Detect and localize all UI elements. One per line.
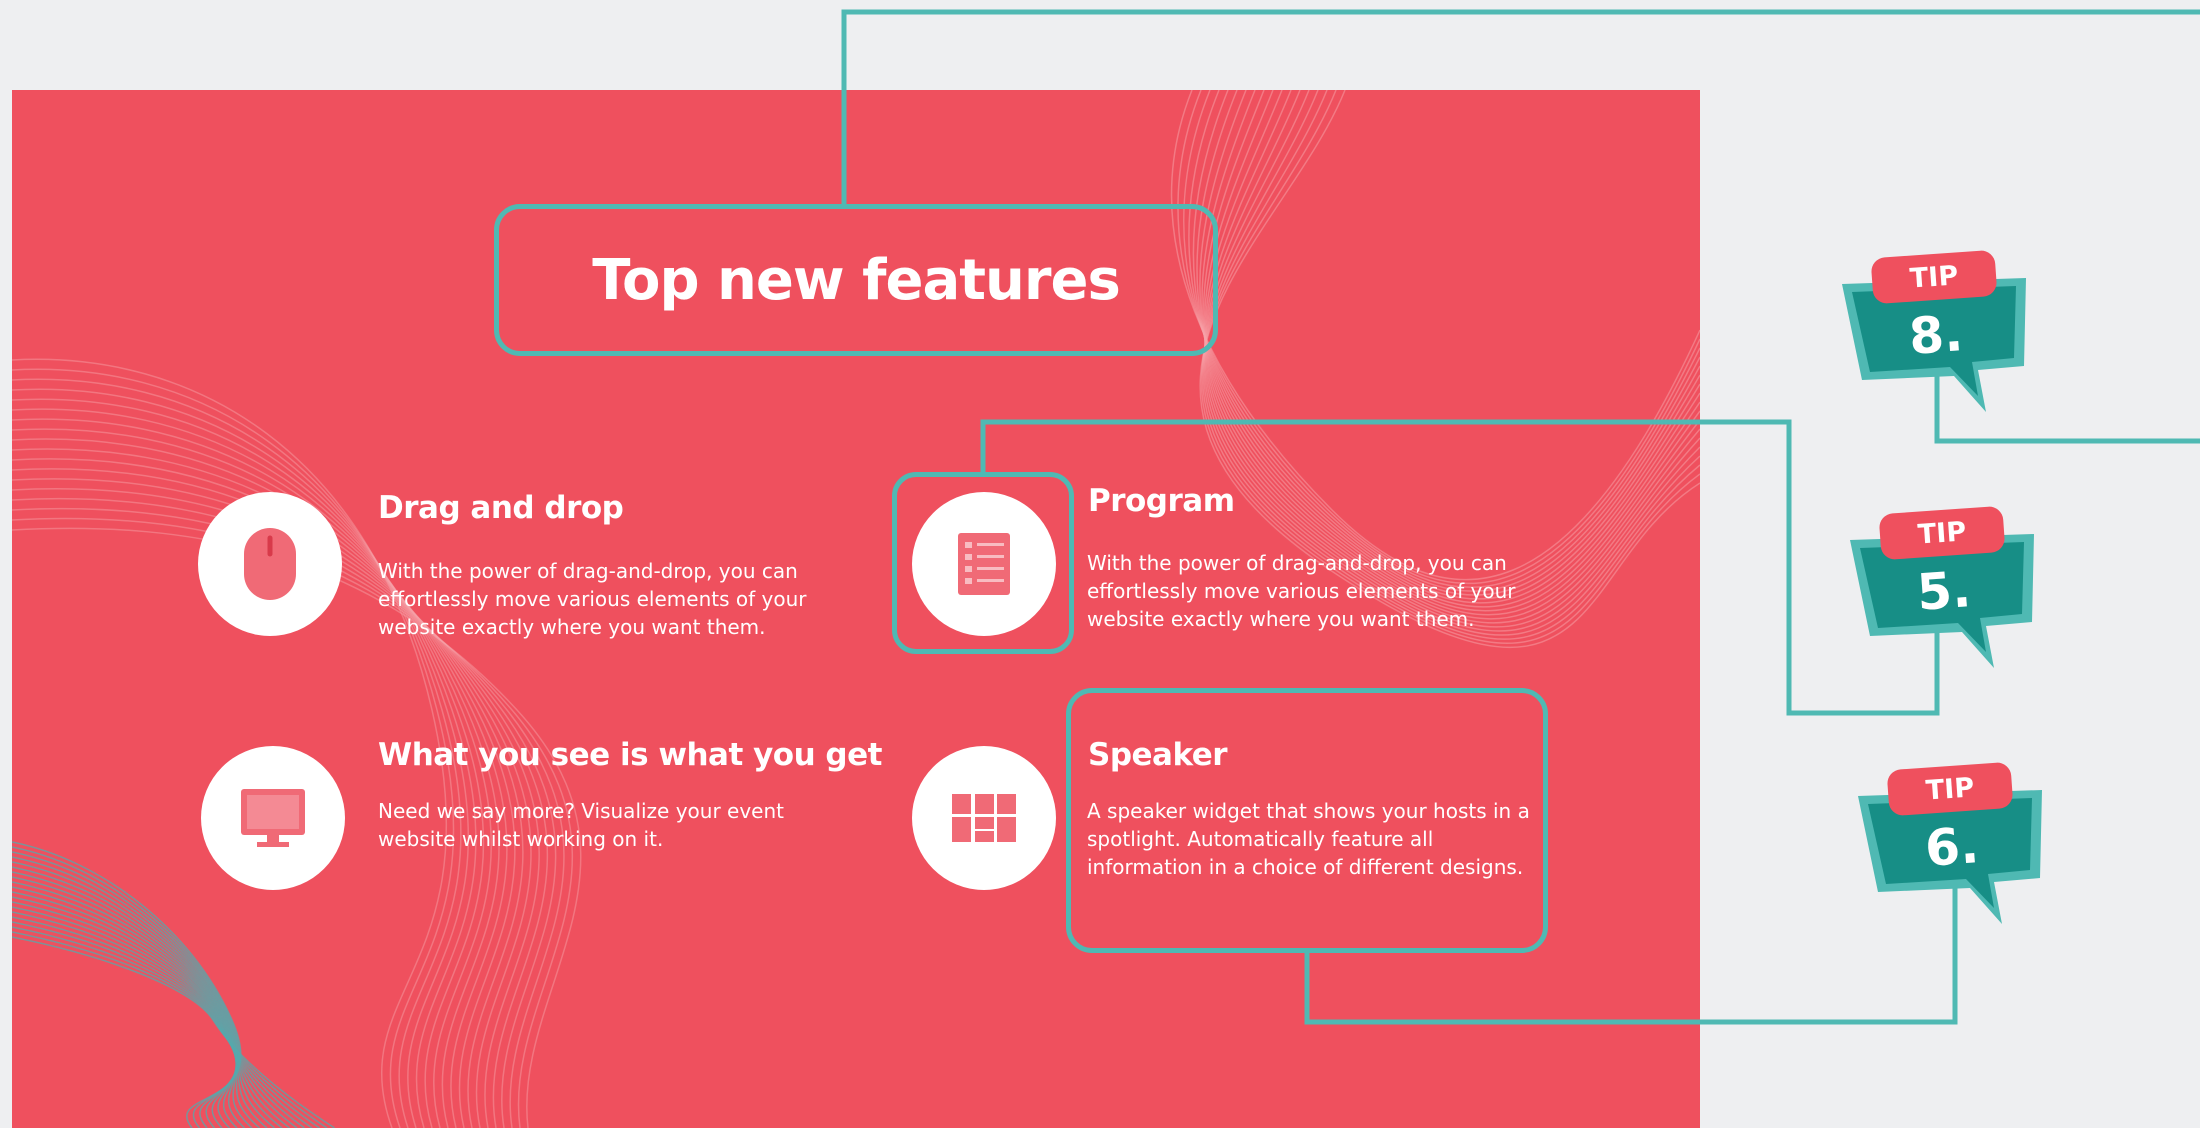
tip-badge-6[interactable]: TIP 6.: [1852, 761, 2052, 936]
speaker-icon-circle: [912, 746, 1056, 890]
program-icon-circle: [912, 492, 1056, 636]
tip-number: 5.: [1915, 560, 1973, 622]
feature-desc-drag-and-drop: With the power of drag-and-drop, you can…: [378, 559, 807, 639]
monitor-icon: [241, 789, 305, 847]
mouse-icon: [244, 528, 296, 600]
feature-title-speaker: Speaker: [1088, 737, 1228, 773]
wave-line-teal: [12, 881, 253, 1128]
tip-label: TIP: [1870, 249, 1998, 305]
list-document-icon: [958, 533, 1010, 595]
tip-badge-5[interactable]: TIP 5.: [1844, 505, 2044, 680]
feature-title-wysiwyg: What you see is what you get: [378, 737, 882, 773]
drag-drop-icon-circle: [198, 492, 342, 636]
grid-layout-icon: [952, 794, 1016, 842]
feature-desc-program: With the power of drag-and-drop, you can…: [1087, 551, 1516, 631]
wave-line-right: [1202, 90, 1700, 612]
title-box[interactable]: Top new features: [494, 204, 1218, 356]
tip-number: 8.: [1907, 304, 1965, 366]
slide-title: Top new features: [592, 247, 1121, 313]
feature-desc-speaker: A speaker widget that shows your hosts i…: [1087, 799, 1530, 879]
tip-number: 6.: [1923, 816, 1981, 878]
feature-title-drag-and-drop: Drag and drop: [378, 490, 624, 526]
feature-title-program: Program: [1088, 483, 1235, 519]
wave-line-teal: [12, 911, 298, 1128]
feature-desc-wysiwyg: Need we say more? Visualize your event w…: [378, 799, 785, 851]
tip-label: TIP: [1886, 761, 2014, 817]
wave-line-right: [1192, 90, 1700, 596]
wave-line-teal: [12, 891, 268, 1128]
wysiwyg-icon-circle: [201, 746, 345, 890]
tip-badge-8[interactable]: TIP 8.: [1836, 249, 2036, 424]
tip-label: TIP: [1878, 505, 2006, 561]
